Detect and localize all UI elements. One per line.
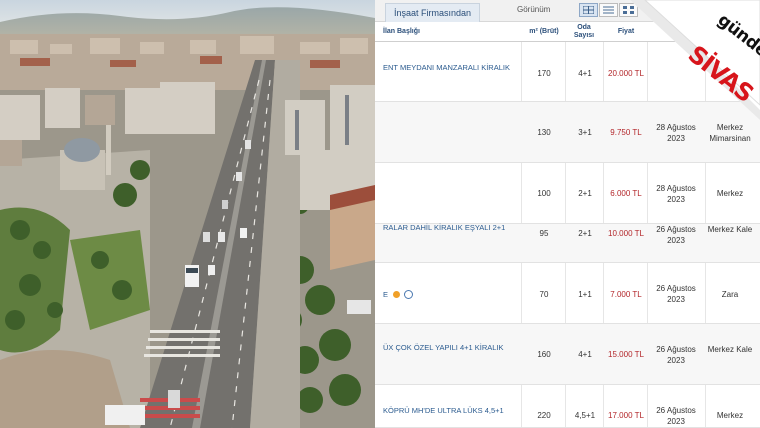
listing-location: Merkez Kale	[707, 225, 753, 234]
listing-area: 70	[539, 290, 549, 299]
listing-location: Merkez Mimarsinan	[709, 123, 751, 143]
listing-area: 220	[537, 411, 551, 420]
info-icon[interactable]	[404, 290, 413, 299]
listing-date: 28 Ağustos 2023	[656, 123, 696, 143]
listing-row[interactable]: ÜX ÇOK ÖZEL YAPILI 4+1 KİRALIK 160 4+1 1…	[375, 324, 760, 385]
listing-date: 26 Ağustos 2023	[656, 284, 696, 304]
listing-location: Merkez	[716, 411, 744, 420]
column-rooms-header[interactable]: Oda Sayısı	[569, 24, 599, 40]
listing-title-link[interactable]: ENT MEYDANI MANZARALI KİRALIK	[383, 62, 518, 73]
listing-title-link[interactable]: RALAR DAHİL KİRALIK EŞYALI 2+1	[383, 222, 518, 233]
listing-location: Zara	[721, 290, 739, 299]
column-area-header[interactable]: m² (Brüt)	[523, 28, 565, 36]
listing-location: Merkez	[716, 189, 744, 198]
listing-row[interactable]: RALAR DAHİL KİRALIK EŞYALI 2+1 95 2+1 10…	[375, 222, 760, 263]
listing-area: 95	[539, 229, 549, 238]
listing-title-link[interactable]: KÖPRÜ MH'DE ULTRA LÜKS 4,5+1	[383, 405, 518, 416]
list-view-icon[interactable]	[599, 3, 618, 17]
listing-rooms: 4,5+1	[574, 411, 596, 420]
listing-price: 10.000 TL	[608, 229, 644, 238]
listing-rooms: 3+1	[578, 128, 592, 137]
listing-price: 7.000 TL	[610, 290, 642, 299]
listing-rooms: 2+1	[578, 189, 592, 198]
grid-view-icon[interactable]	[579, 3, 598, 17]
listing-area: 130	[537, 128, 551, 137]
listing-row[interactable]: e 70 1+1 7.000 TL 26 Ağustos 2023 Zara	[375, 263, 760, 324]
listing-rooms: 4+1	[578, 350, 592, 359]
listing-rooms: 1+1	[578, 290, 592, 299]
listing-price: 9.750 TL	[610, 128, 642, 137]
listing-rooms: 2+1	[578, 229, 592, 238]
listing-area: 160	[537, 350, 551, 359]
listing-date: 26 Ağustos 2023	[656, 406, 696, 426]
city-aerial-photo	[0, 0, 375, 428]
listing-row[interactable]: KÖPRÜ MH'DE ULTRA LÜKS 4,5+1 220 4,5+1 1…	[375, 385, 760, 428]
featured-badge-icon	[393, 291, 400, 298]
listing-price: 17.000 TL	[608, 411, 644, 420]
listing-area: 100	[537, 189, 551, 198]
tab-construction-firm[interactable]: İnşaat Firmasından	[385, 3, 481, 22]
listing-date: 26 Ağustos 2023	[656, 225, 696, 245]
listing-price: 6.000 TL	[610, 189, 642, 198]
listing-title-link[interactable]: ÜX ÇOK ÖZEL YAPILI 4+1 KİRALIK	[383, 342, 518, 353]
listing-date: 28 Ağustos 2023	[656, 184, 696, 204]
listing-area: 170	[537, 69, 551, 78]
listing-price: 15.000 TL	[608, 350, 644, 359]
listing-rooms: 4+1	[578, 69, 592, 78]
listing-location: Merkez Kale	[707, 345, 753, 354]
column-title-header[interactable]: İlan Başlığı	[383, 28, 420, 36]
listing-row[interactable]: 100 2+1 6.000 TL 28 Ağustos 2023 Merkez	[375, 163, 760, 224]
listing-date: 26 Ağustos 2023	[656, 345, 696, 365]
view-mode-label: Görünüm	[517, 5, 551, 14]
